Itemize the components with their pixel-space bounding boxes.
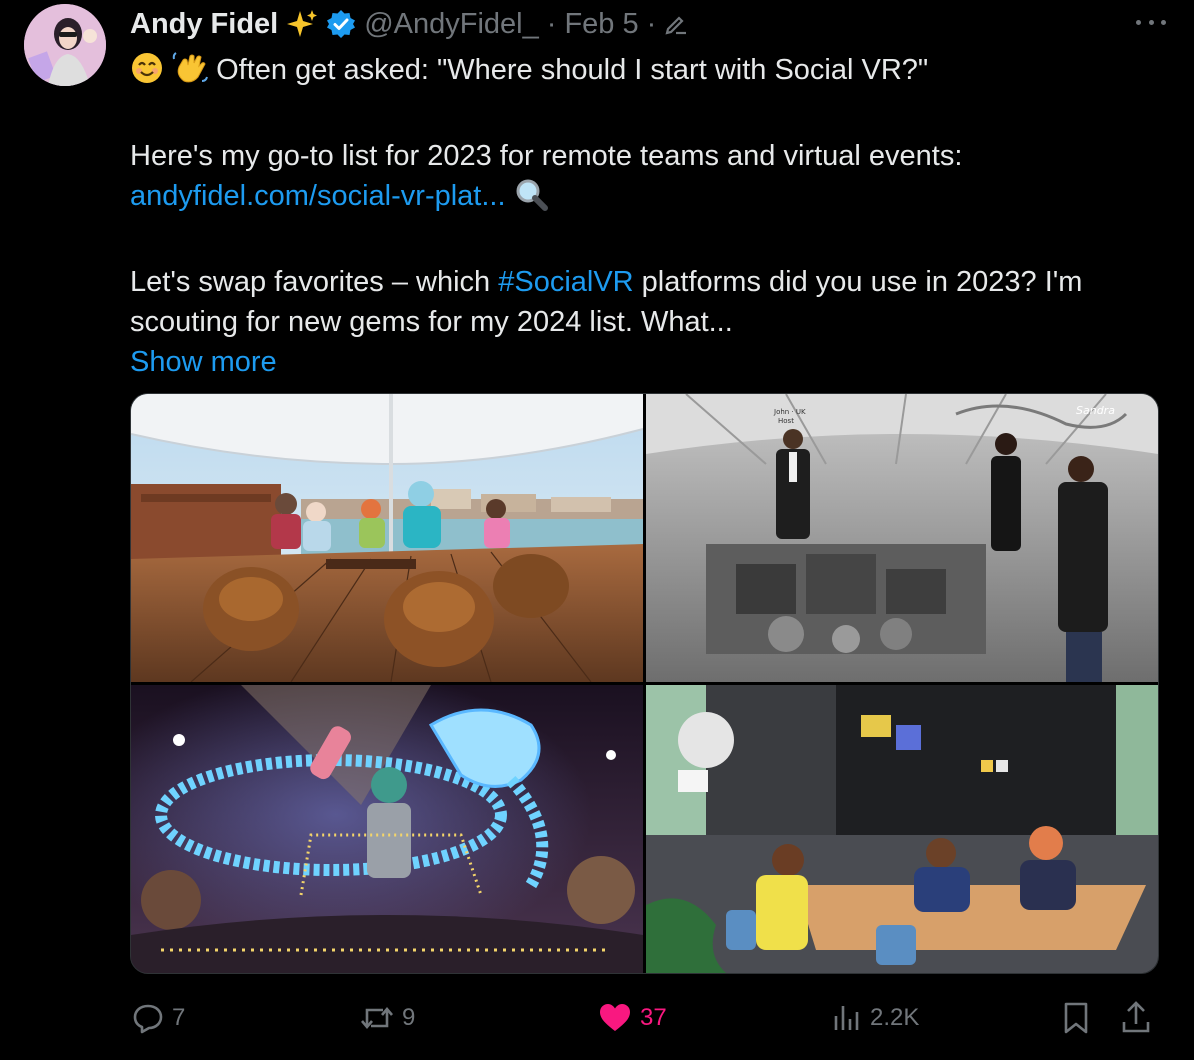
media-image-lounge bbox=[131, 394, 643, 682]
show-more-link[interactable]: Show more bbox=[130, 346, 277, 378]
author-avatar[interactable] bbox=[24, 4, 106, 86]
tweet-line-1-text: Often get asked: "Where should I start w… bbox=[216, 54, 929, 86]
host-name-label: John · UK bbox=[773, 408, 806, 416]
views-icon bbox=[834, 1006, 859, 1030]
author-name[interactable]: Andy Fidel bbox=[130, 8, 278, 41]
repost-count: 9 bbox=[402, 1004, 416, 1031]
article-link[interactable]: andyfidel.com/social-vr-plat... bbox=[130, 180, 506, 212]
like-icon bbox=[600, 1004, 630, 1031]
tweet-header: Andy Fidel @AndyFidel_ · Feb 5 · bbox=[130, 2, 696, 46]
media-image-engine: John · UK Host Sandra bbox=[646, 394, 1158, 682]
hashtag-link[interactable]: #SocialVR bbox=[498, 266, 633, 298]
tweet-link-line: andyfidel.com/social-vr-plat... bbox=[130, 176, 1160, 222]
tweet-date[interactable]: Feb 5 bbox=[564, 8, 638, 41]
more-icon[interactable] bbox=[1136, 10, 1166, 34]
reply-icon bbox=[133, 1004, 163, 1034]
share-icon bbox=[1122, 1001, 1150, 1033]
reply-count: 7 bbox=[172, 1004, 186, 1031]
host-role-label: Host bbox=[778, 417, 794, 425]
tweet-line-3: Let's swap favorites – which #SocialVR p… bbox=[130, 262, 1160, 342]
bookmark-button[interactable] bbox=[1060, 996, 1098, 1040]
media-image-4[interactable] bbox=[646, 685, 1158, 973]
verified-badge-icon[interactable] bbox=[326, 9, 356, 39]
reply-button[interactable]: 7 bbox=[130, 996, 185, 1040]
separator-dot: · bbox=[546, 7, 557, 40]
views-button[interactable]: 2.2K bbox=[828, 996, 919, 1040]
tweet-line-1: Often get asked: "Where should I start w… bbox=[130, 50, 1160, 96]
repost-icon bbox=[361, 1006, 393, 1030]
guest-name-label: Sandra bbox=[1076, 404, 1115, 417]
tweet-text: Often get asked: "Where should I start w… bbox=[130, 50, 1160, 382]
action-bar: 7 9 37 2.2K bbox=[130, 996, 1160, 1040]
author-handle[interactable]: @AndyFidel_ bbox=[364, 8, 539, 41]
repost-button[interactable]: 9 bbox=[358, 996, 415, 1040]
tweet-line-2: Here's my go-to list for 2023 for remote… bbox=[130, 140, 963, 172]
media-image-2[interactable]: John · UK Host Sandra bbox=[646, 394, 1158, 682]
share-button[interactable] bbox=[1120, 996, 1158, 1040]
magnifier-emoji-icon bbox=[514, 177, 548, 222]
edit-icon[interactable] bbox=[664, 12, 688, 36]
media-image-meeting bbox=[646, 685, 1158, 973]
bookmark-icon bbox=[1064, 1002, 1088, 1034]
views-count: 2.2K bbox=[870, 1004, 920, 1031]
wave-emoji-icon bbox=[172, 51, 209, 96]
separator-dot: · bbox=[646, 7, 657, 40]
smile-emoji-icon bbox=[130, 51, 164, 96]
media-grid: John · UK Host Sandra bbox=[130, 393, 1159, 974]
like-button[interactable]: 37 bbox=[596, 996, 667, 1040]
avatar-image bbox=[24, 4, 106, 86]
sparkles-icon bbox=[286, 8, 318, 40]
tweet-line-3-pre: Let's swap favorites – which bbox=[130, 266, 499, 298]
media-image-1[interactable] bbox=[131, 394, 643, 682]
like-count: 37 bbox=[640, 1004, 667, 1031]
media-image-concert bbox=[131, 685, 643, 973]
media-image-3[interactable] bbox=[131, 685, 643, 973]
